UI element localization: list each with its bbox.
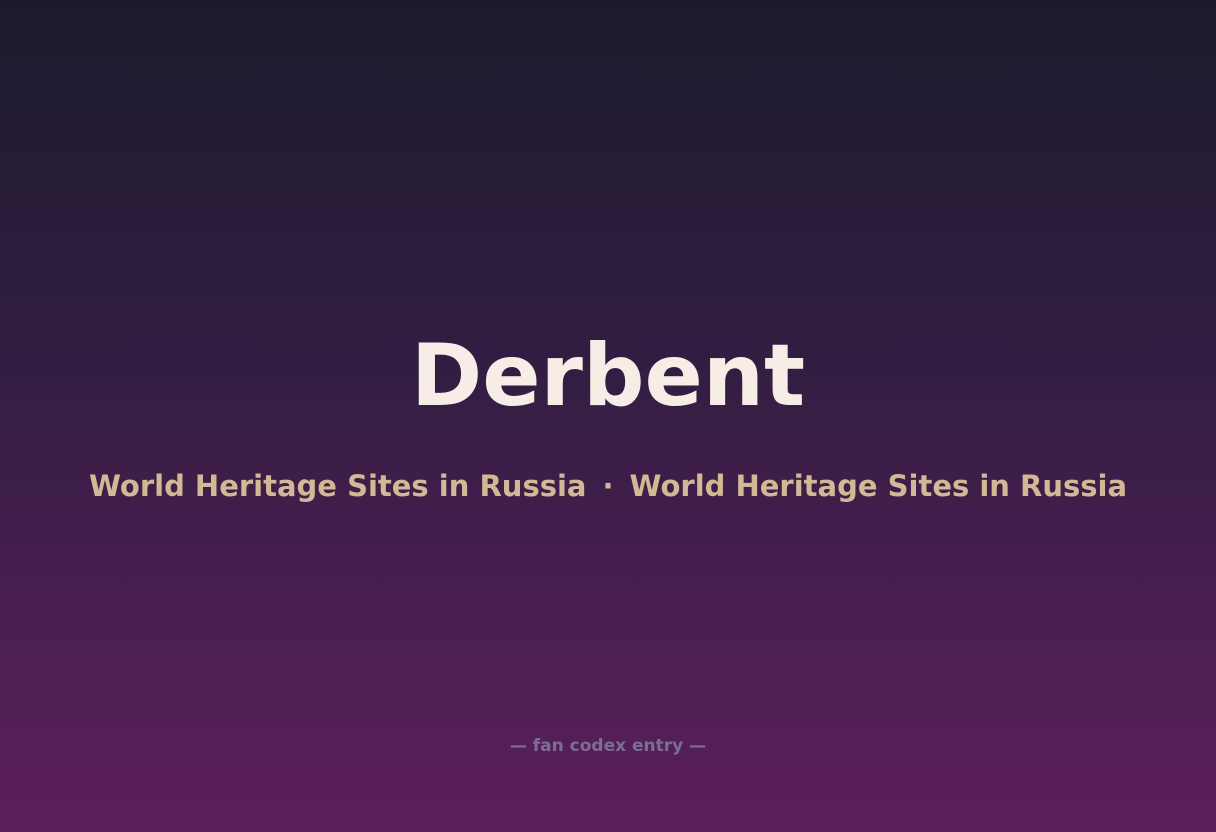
footer-caption: — fan codex entry — <box>509 736 707 756</box>
subtitle-category-right: World Heritage Sites in Russia <box>629 469 1128 503</box>
subtitle-line: World Heritage Sites in Russia · World Her… <box>0 466 1216 506</box>
subtitle-category-left: World Heritage Sites in Russia <box>88 469 587 503</box>
page-title: Derbent <box>410 326 806 426</box>
subtitle-separator: · <box>602 469 614 503</box>
